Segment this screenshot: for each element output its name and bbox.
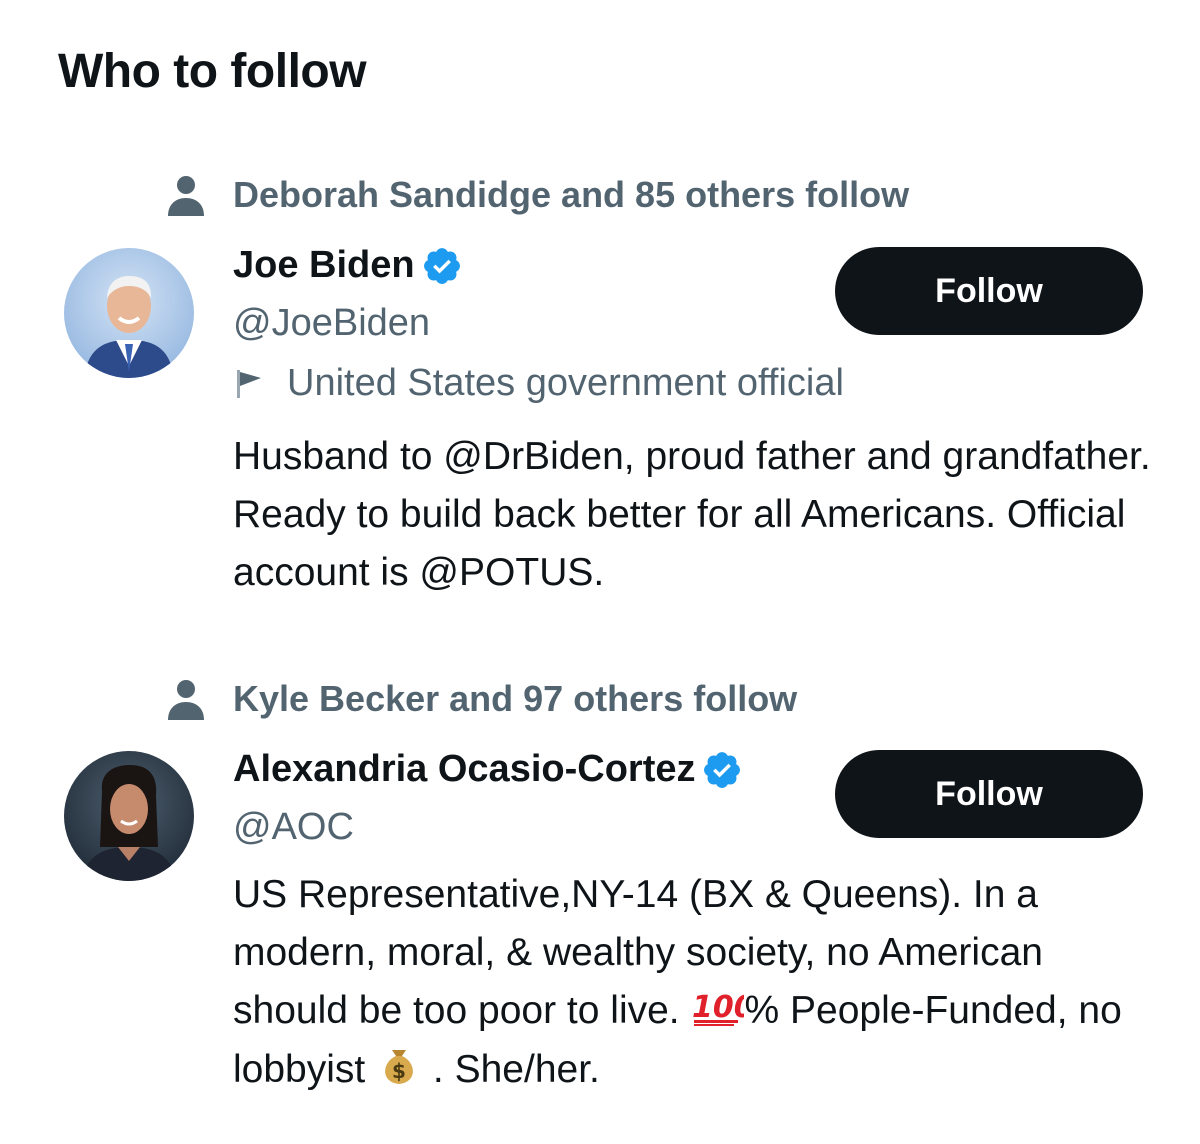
account-name[interactable]: Alexandria Ocasio-Cortez	[233, 748, 695, 791]
social-context: Kyle Becker and 97 others follow	[165, 678, 797, 720]
bio-text-2: %	[744, 989, 780, 1032]
follow-card-joe-biden[interactable]: Deborah Sandidge and 85 others follow Jo…	[0, 174, 1200, 614]
account-handle: @JoeBiden	[233, 302, 431, 344]
person-icon	[168, 680, 204, 720]
avatar[interactable]	[64, 248, 194, 378]
follow-button[interactable]: Follow	[835, 247, 1143, 335]
follow-button[interactable]: Follow	[835, 750, 1143, 838]
svg-text:$: $	[392, 1059, 406, 1083]
hundred-points-emoji: 100	[692, 990, 744, 1026]
social-context: Deborah Sandidge and 85 others follow	[165, 174, 909, 216]
person-icon	[168, 176, 204, 216]
account-name[interactable]: Joe Biden	[233, 244, 415, 287]
svg-text:100: 100	[692, 990, 744, 1025]
social-context-text: Deborah Sandidge and 85 others follow	[233, 174, 910, 215]
flag-icon	[237, 369, 261, 398]
account-bio: US Representative,NY-14 (BX & Queens). I…	[233, 866, 1163, 1099]
account-name-row[interactable]: Joe Biden	[233, 244, 463, 287]
avatar[interactable]	[64, 751, 194, 881]
account-bio: Husband to @DrBiden, proud father and gr…	[233, 435, 1151, 594]
verified-badge-icon	[704, 751, 741, 788]
account-label-text: United States government official	[287, 362, 844, 404]
account-label: United States government official	[233, 362, 844, 405]
follow-card-aoc[interactable]: Kyle Becker and 97 others follow Alexand…	[0, 678, 1200, 1118]
page-title: Who to follow	[58, 45, 367, 98]
verified-badge-icon	[423, 247, 460, 284]
bio-text-4: . She/her.	[432, 1048, 600, 1091]
account-handle: @AOC	[233, 806, 354, 848]
account-name-row[interactable]: Alexandria Ocasio-Cortez	[233, 748, 743, 791]
social-context-text: Kyle Becker and 97 others follow	[233, 678, 798, 719]
money-bag-emoji: $	[385, 1050, 413, 1084]
